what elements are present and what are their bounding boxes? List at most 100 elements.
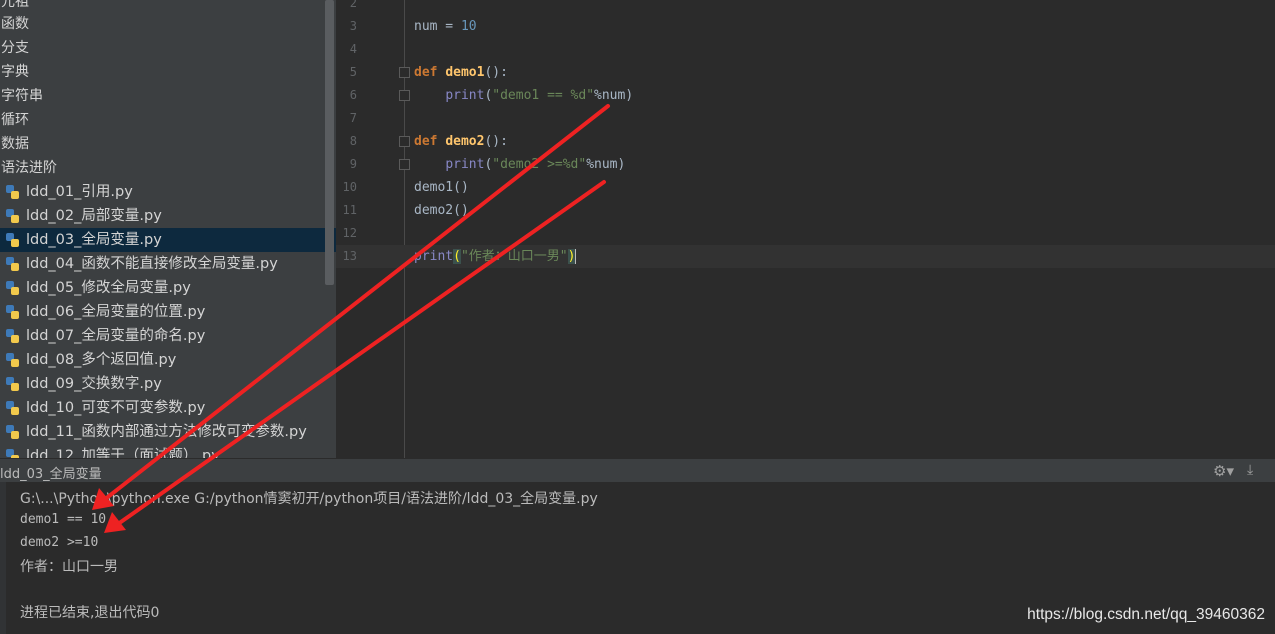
code-line: 3 num = 10 [336,15,1275,38]
code-token: demo1 [445,65,485,80]
python-file-icon [6,233,19,247]
tree-file-label: ldd_08_多个返回值.py [26,352,177,368]
code-line: 5 def demo1(): [336,61,1275,84]
console-command-line: G:\...\Python\python.exe G:/python情窦初开/p… [20,491,598,507]
tree-folder[interactable]: 分支 [1,36,29,60]
tree-folder[interactable]: 数据 [1,132,29,156]
fold-marker-icon[interactable] [399,67,410,78]
line-number: 2 [349,0,357,10]
line-number: 13 [342,249,357,263]
tree-file-label: ldd_12_加等于（面试题）.py [26,448,220,458]
python-file-icon [6,449,19,458]
python-file-icon [6,281,19,295]
code-line: 2 [336,0,1275,15]
code-line: 7 [336,107,1275,130]
code-token: ) [567,249,576,264]
tree-file[interactable]: ldd_10_可变不可变参数.py [0,396,336,420]
tree-file[interactable]: ldd_05_修改全局变量.py [0,276,336,300]
code-editor[interactable]: 2 3 num = 10 4 5 def demo1(): 6 print("d… [336,0,1275,458]
code-token: "demo1 == %d" [492,88,595,103]
line-number: 9 [349,157,357,171]
console-gutter [0,482,6,634]
code-token: def [414,65,438,80]
code-line-current: 13 print("作者：山口一男") [336,245,1275,268]
console-output-line: demo2 >=10 [20,535,99,550]
run-console[interactable]: G:\...\Python\python.exe G:/python情窦初开/p… [0,482,1275,634]
line-number: 12 [342,226,357,240]
python-file-icon [6,185,19,199]
console-output-line: 作者：山口一男 [20,559,118,575]
python-file-icon [6,425,19,439]
code-token: num [414,19,438,34]
tree-file-label: ldd_10_可变不可变参数.py [26,400,206,416]
python-file-icon [6,377,19,391]
code-line: 12 [336,222,1275,245]
code-token: demo2 [445,134,485,149]
python-file-icon [6,353,19,367]
tree-file-label: ldd_07_全局变量的命名.py [26,328,206,344]
gear-icon[interactable]: ⚙▾ [1213,462,1239,480]
hide-panel-icon[interactable]: ⤓ [1247,462,1261,480]
tree-file-label: ldd_02_局部变量.py [26,208,162,224]
tree-file-selected[interactable]: ldd_03_全局变量.py [0,228,336,252]
code-token: demo2() [414,203,469,218]
python-file-icon [6,209,19,223]
code-token: print [445,88,485,103]
code-token: %num) [594,88,634,103]
code-line: 4 [336,38,1275,61]
tree-folder[interactable]: 字符串 [1,84,43,108]
code-line: 6 print("demo1 == %d"%num) [336,84,1275,107]
line-number: 4 [349,42,357,56]
tree-file-label: ldd_06_全局变量的位置.py [26,304,206,320]
line-number: 3 [349,19,357,33]
line-number: 5 [349,65,357,79]
code-token: "demo2 >=%d" [492,157,587,172]
code-line: 11 demo2() [336,199,1275,222]
tree-folder[interactable]: 循环 [1,108,29,132]
code-token: (): [484,65,508,80]
tree-file[interactable]: ldd_11_函数内部通过方法修改可变参数.py [0,420,336,444]
python-file-icon [6,305,19,319]
code-token: %num) [586,157,626,172]
line-number: 6 [349,88,357,102]
code-line: 8 def demo2(): [336,130,1275,153]
console-exit-message: 进程已结束,退出代码0 [20,605,160,621]
run-tab-title[interactable]: ldd_03_全局变量 [0,463,102,482]
python-file-icon [6,257,19,271]
tree-file[interactable]: ldd_09_交换数字.py [0,372,336,396]
line-number: 11 [342,203,357,217]
tree-folder[interactable]: 字典 [1,60,29,84]
python-file-icon [6,329,19,343]
fold-marker-icon[interactable] [399,136,410,147]
tree-scrollbar[interactable] [325,0,334,285]
code-token: = [437,19,461,34]
tree-file-label: ldd_03_全局变量.py [26,232,162,248]
code-token: demo1() [414,180,469,195]
tree-folder[interactable]: 语法进阶 [1,156,57,180]
tree-file-label: ldd_05_修改全局变量.py [26,280,191,296]
tree-file[interactable]: ldd_07_全局变量的命名.py [0,324,336,348]
code-token: "作者：山口一男" [460,249,568,264]
fold-end-icon[interactable] [399,159,410,170]
tree-file-label: ldd_09_交换数字.py [26,376,162,392]
project-tree: 元祖 函数 分支 字典 字符串 循环 数据 语法进阶 ldd_01_引用.py … [0,0,336,458]
console-output-line: demo1 == 10 [20,512,107,527]
code-line: 9 print("demo2 >=%d"%num) [336,153,1275,176]
tree-file[interactable]: ldd_04_函数不能直接修改全局变量.py [0,252,336,276]
fold-end-icon[interactable] [399,90,410,101]
tree-folder[interactable]: 函数 [1,12,29,36]
watermark: https://blog.csdn.net/qq_39460362 [1027,606,1265,623]
line-number: 8 [349,134,357,148]
tree-file-label: ldd_04_函数不能直接修改全局变量.py [26,256,278,272]
tree-file[interactable]: ldd_02_局部变量.py [0,204,336,228]
code-line: 10 demo1() [336,176,1275,199]
tree-file[interactable]: ldd_12_加等于（面试题）.py [0,444,336,458]
run-tool-window-header: ldd_03_全局变量 ⚙▾ ⤓ [0,458,1275,483]
text-caret [575,249,577,264]
tree-file[interactable]: ldd_06_全局变量的位置.py [0,300,336,324]
code-token: 10 [460,19,477,34]
code-token: print [414,249,454,264]
tree-file[interactable]: ldd_01_引用.py [0,180,336,204]
tree-file[interactable]: ldd_08_多个返回值.py [0,348,336,372]
tree-file-label: ldd_01_引用.py [26,184,133,200]
